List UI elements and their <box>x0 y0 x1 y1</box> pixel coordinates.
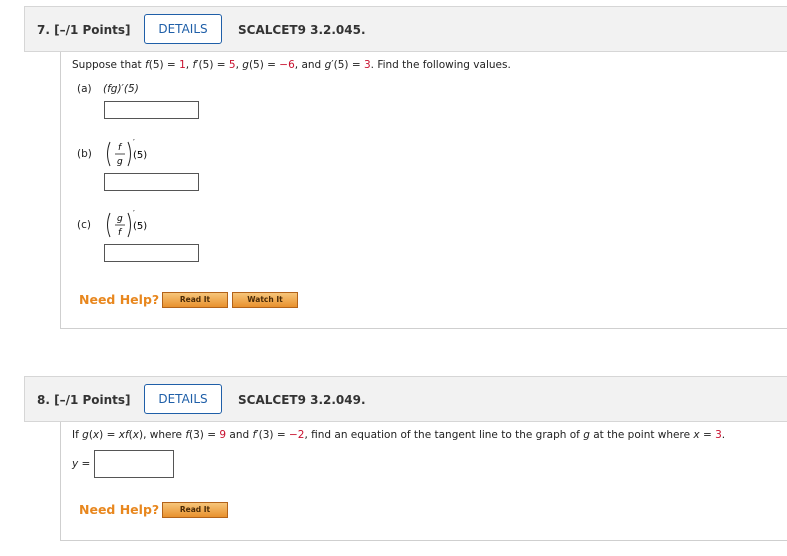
part-b-numerator: f <box>118 143 123 153</box>
part-c-denominator: f <box>118 228 123 238</box>
question-7-need-help-label: Need Help? <box>79 292 160 307</box>
part-a-label: (a) <box>77 83 92 95</box>
part-c-expression: g f ′ (5) <box>107 209 147 238</box>
question-8-prompt: If g(x) = xf(x), where f(3) = 9 and f′(3… <box>72 429 726 441</box>
part-b-denominator: g <box>117 157 123 167</box>
question-7-prompt: Suppose that f(5) = 1, f′(5) = 5, g(5) =… <box>72 59 511 71</box>
question-7-number: 7. [–/1 Points] <box>37 23 131 37</box>
question-8-read-it-button[interactable]: Read It <box>162 502 228 518</box>
part-c-numerator: g <box>117 214 123 224</box>
question-7-read-it-button[interactable]: Read It <box>162 292 228 308</box>
prime-mark: ′ <box>133 138 135 147</box>
question-7-details-button[interactable]: DETAILS <box>144 14 222 44</box>
part-a-expression: (fg)′(5) <box>102 83 139 95</box>
question-8-answer-label: y = <box>72 458 91 470</box>
part-b-suffix: (5) <box>133 150 147 161</box>
part-b-label: (b) <box>77 148 92 160</box>
question-8-need-help-label: Need Help? <box>79 502 160 517</box>
right-paren <box>127 212 131 238</box>
left-paren <box>107 212 111 238</box>
question-8-header: 8. [–/1 Points] DETAILS SCALCET9 3.2.049… <box>24 376 787 422</box>
question-8-answer-input[interactable] <box>94 450 174 478</box>
part-b-expression: f g ′ (5) <box>107 138 147 167</box>
part-a-answer-input[interactable] <box>104 101 199 119</box>
part-a: (a) (fg)′(5) <box>77 83 139 95</box>
question-7-watch-it-button[interactable]: Watch It <box>232 292 298 308</box>
question-7-code: SCALCET9 3.2.045. <box>238 23 366 37</box>
part-c-label: (c) <box>77 219 91 231</box>
question-8-number: 8. [–/1 Points] <box>37 393 131 407</box>
part-c-answer-input[interactable] <box>104 244 199 262</box>
question-8-code: SCALCET9 3.2.049. <box>238 393 366 407</box>
left-paren <box>107 141 111 167</box>
part-b-answer-input[interactable] <box>104 173 199 191</box>
right-paren <box>127 141 131 167</box>
question-8-details-button[interactable]: DETAILS <box>144 384 222 414</box>
prime-mark: ′ <box>133 209 135 218</box>
question-7-header: 7. [–/1 Points] DETAILS SCALCET9 3.2.045… <box>24 6 787 52</box>
part-c-suffix: (5) <box>133 221 147 232</box>
